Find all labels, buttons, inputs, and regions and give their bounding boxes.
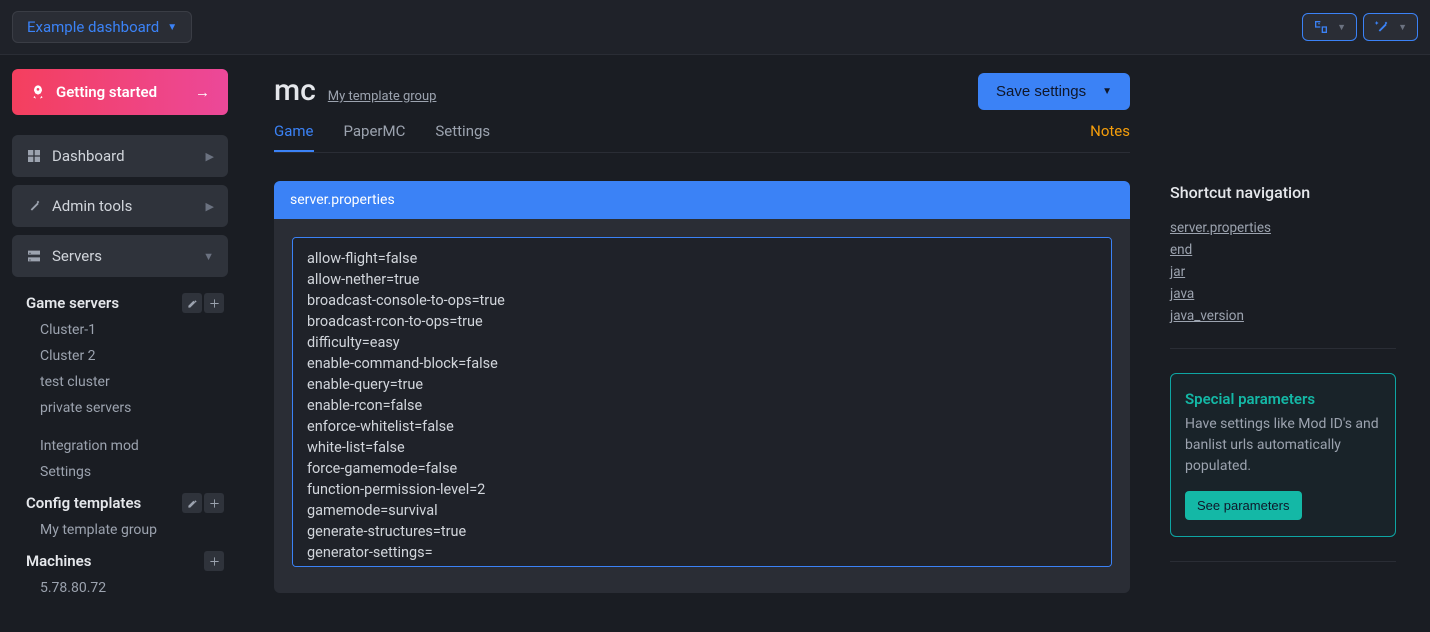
- sidebar-section-label: Admin tools: [52, 197, 132, 215]
- sidebar-section-label: Servers: [52, 247, 102, 265]
- edit-button[interactable]: [182, 293, 202, 313]
- chevron-down-icon: ▼: [167, 22, 177, 33]
- chevron-down-icon: ▼: [1337, 22, 1346, 33]
- sidebar-section-admin[interactable]: Admin tools ▶: [12, 185, 228, 227]
- shortcut-link[interactable]: java_version: [1170, 308, 1396, 324]
- shortcut-nav-title: Shortcut navigation: [1170, 183, 1396, 202]
- pencil-icon: [187, 298, 198, 309]
- shortcut-link[interactable]: end: [1170, 242, 1396, 258]
- config-editor[interactable]: [292, 237, 1112, 567]
- sidebar-item-test-cluster[interactable]: test cluster: [12, 369, 228, 395]
- pencil-icon: [187, 498, 198, 509]
- magic-button[interactable]: ▼: [1363, 13, 1418, 41]
- tab-papermc[interactable]: PaperMC: [344, 122, 406, 152]
- arrow-right-icon: →: [195, 83, 210, 101]
- tab-game[interactable]: Game: [274, 122, 314, 152]
- dashboard-selector[interactable]: Example dashboard ▼: [12, 11, 192, 43]
- getting-started-label: Getting started: [56, 83, 157, 101]
- translate-icon: [1313, 19, 1329, 35]
- group-header-machines: Machines: [26, 552, 91, 570]
- getting-started-button[interactable]: Getting started →: [12, 69, 228, 115]
- sidebar-item-cluster1[interactable]: Cluster-1: [12, 317, 228, 343]
- group-header-config-templates: Config templates: [26, 494, 141, 512]
- add-button[interactable]: [204, 493, 224, 513]
- sidebar-item-integration-mod[interactable]: Integration mod: [12, 433, 228, 459]
- save-settings-button[interactable]: Save settings ▼: [978, 73, 1130, 110]
- dashboard-selector-label: Example dashboard: [27, 18, 159, 36]
- group-header-game-servers: Game servers: [26, 294, 119, 312]
- info-title: Special parameters: [1185, 390, 1381, 408]
- chevron-down-icon: ▼: [203, 250, 214, 263]
- chevron-right-icon: ▶: [206, 200, 214, 213]
- wand-icon: [1374, 19, 1390, 35]
- rocket-icon: [30, 84, 46, 100]
- plus-icon: [209, 556, 220, 567]
- divider: [1170, 561, 1396, 562]
- wand-icon: [26, 198, 42, 214]
- plus-icon: [209, 298, 220, 309]
- shortcut-link[interactable]: java: [1170, 286, 1396, 302]
- shortcut-link[interactable]: jar: [1170, 264, 1396, 280]
- save-button-label: Save settings: [996, 83, 1086, 100]
- edit-button[interactable]: [182, 493, 202, 513]
- sidebar-section-dashboard[interactable]: Dashboard ▶: [12, 135, 228, 177]
- divider: [1170, 348, 1396, 349]
- info-text: Have settings like Mod ID's and banlist …: [1185, 414, 1381, 477]
- server-icon: [26, 248, 42, 264]
- page-title: mc: [274, 73, 316, 108]
- sidebar-item-cluster2[interactable]: Cluster 2: [12, 343, 228, 369]
- sidebar-item-settings[interactable]: Settings: [12, 459, 228, 485]
- add-button[interactable]: [204, 551, 224, 571]
- sidebar-item-template-group[interactable]: My template group: [12, 517, 228, 543]
- shortcut-link[interactable]: server.properties: [1170, 220, 1396, 236]
- see-parameters-button[interactable]: See parameters: [1185, 491, 1302, 520]
- sidebar-item-private-servers[interactable]: private servers: [12, 395, 228, 421]
- info-box: Special parameters Have settings like Mo…: [1170, 373, 1396, 537]
- grid-icon: [26, 148, 42, 164]
- sidebar-section-label: Dashboard: [52, 147, 125, 165]
- tab-settings[interactable]: Settings: [435, 122, 490, 152]
- plus-icon: [209, 498, 220, 509]
- chevron-down-icon: ▼: [1398, 22, 1407, 33]
- sidebar-item-machine[interactable]: 5.78.80.72: [12, 575, 228, 601]
- add-button[interactable]: [204, 293, 224, 313]
- chevron-down-icon: ▼: [1102, 86, 1112, 97]
- chevron-right-icon: ▶: [206, 150, 214, 163]
- panel-header: server.properties: [274, 181, 1130, 219]
- page-subtitle-link[interactable]: My template group: [328, 89, 437, 104]
- sidebar-section-servers[interactable]: Servers ▼: [12, 235, 228, 277]
- translate-button[interactable]: ▼: [1302, 13, 1357, 41]
- tab-notes[interactable]: Notes: [1090, 122, 1130, 152]
